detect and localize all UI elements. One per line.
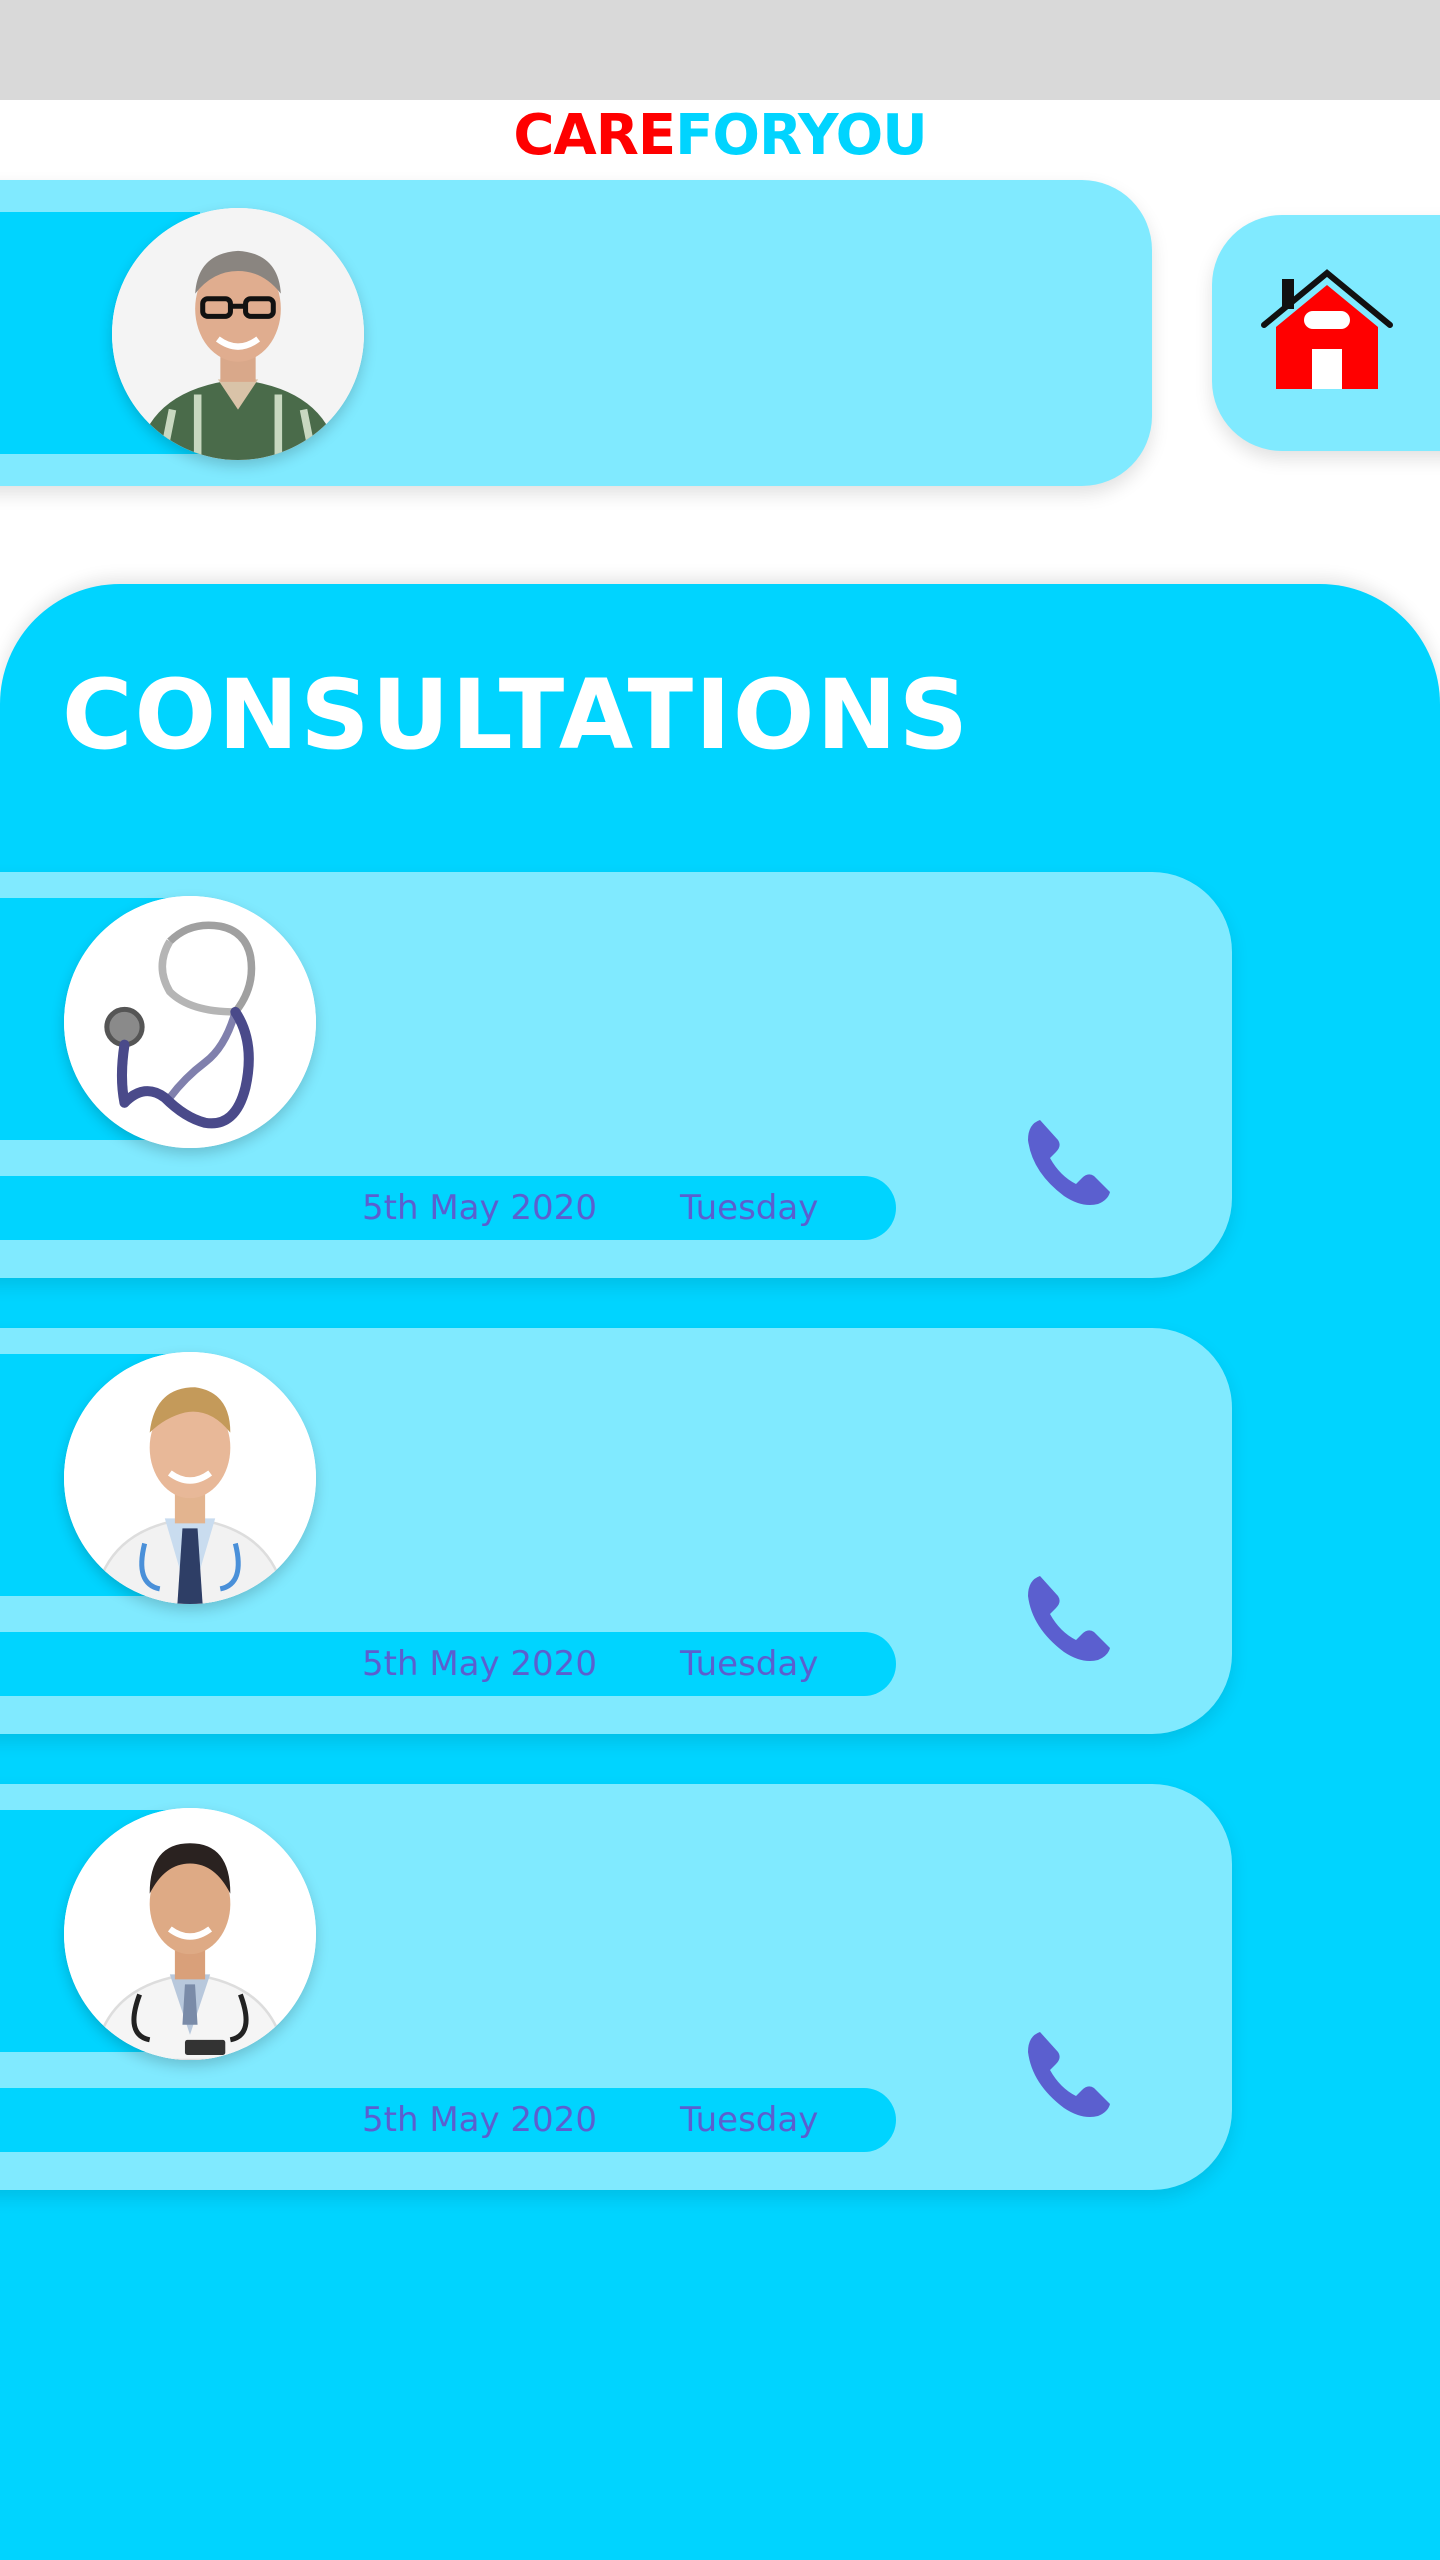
home-button[interactable] bbox=[1212, 215, 1440, 451]
user-avatar-icon[interactable] bbox=[112, 208, 364, 460]
brand-care: CARE bbox=[513, 103, 676, 168]
consultation-day: Tuesday bbox=[680, 2100, 819, 2140]
consultation-date: 5th May 2020 bbox=[362, 2100, 597, 2140]
brand-foryou: FORYOU bbox=[675, 103, 928, 168]
phone-icon[interactable] bbox=[1020, 2024, 1120, 2124]
doctor-avatar-icon bbox=[64, 1352, 316, 1604]
phone-icon[interactable] bbox=[1020, 1568, 1120, 1668]
home-icon bbox=[1261, 269, 1393, 389]
consultation-date: 5th May 2020 bbox=[362, 1644, 597, 1684]
status-bar bbox=[0, 0, 1440, 100]
consultation-day: Tuesday bbox=[680, 1644, 819, 1684]
app-logo: CAREFORYOU bbox=[0, 100, 1440, 172]
phone-icon[interactable] bbox=[1020, 1112, 1120, 1212]
stethoscope-icon bbox=[64, 896, 316, 1148]
consultation-date: 5th May 2020 bbox=[362, 1188, 597, 1228]
doctor-avatar-icon bbox=[64, 1808, 316, 2060]
consultation-day: Tuesday bbox=[680, 1188, 819, 1228]
consultations-title: CONSULTATIONS bbox=[62, 659, 970, 771]
